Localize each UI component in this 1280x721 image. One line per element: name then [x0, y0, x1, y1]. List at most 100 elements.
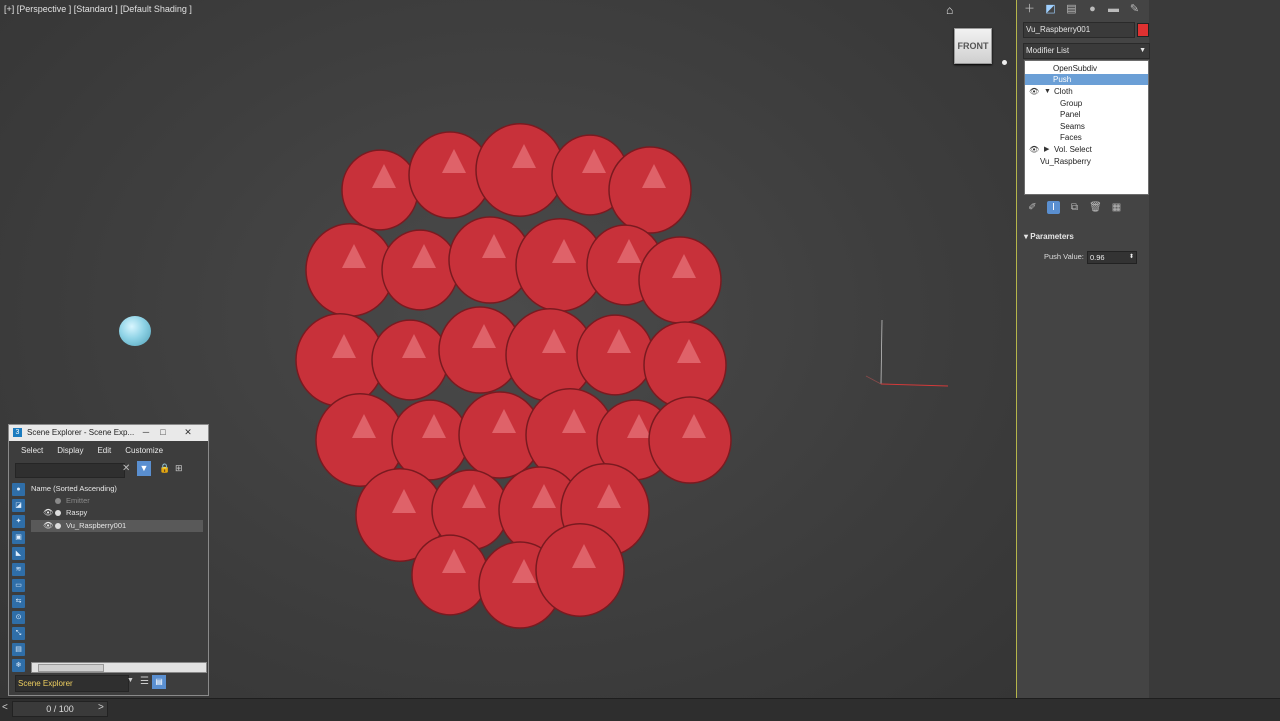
object-name: Vu_Raspberry001	[66, 521, 127, 530]
eye-icon[interactable]: 👁	[1029, 86, 1039, 97]
drupelet	[341, 149, 419, 231]
push-value-text: 0.96	[1090, 253, 1105, 262]
pin-stack-icon[interactable]: ✐	[1026, 201, 1039, 214]
utilities-icon[interactable]: ✎	[1127, 2, 1142, 16]
stack-item-vol-select[interactable]: 👁 ▶ Vol. Select	[1025, 144, 1148, 155]
scene-row-emitter[interactable]: Emitter	[31, 495, 203, 507]
close-icon[interactable]: ✕	[181, 425, 195, 441]
time-slider[interactable]: 0 / 100	[12, 701, 108, 717]
stack-subitem-group[interactable]: Group	[1025, 98, 1148, 109]
viewport-label-menu[interactable]: [+] [Perspective ] [Standard ] [Default …	[4, 4, 192, 14]
viewcube[interactable]: FRONT	[954, 28, 992, 64]
hierarchy-icon[interactable]: ▤	[1064, 2, 1079, 16]
drupelet	[475, 123, 565, 217]
menu-display[interactable]: Display	[57, 443, 83, 459]
display-shapes-icon[interactable]: ◪	[12, 499, 25, 512]
stack-item-opensubdiv[interactable]: OpenSubdiv	[1025, 63, 1148, 74]
stack-item-push[interactable]: Push	[1025, 74, 1148, 85]
stack-subitem-seams[interactable]: Seams	[1025, 121, 1148, 132]
display-frozen-icon[interactable]: ▤	[12, 643, 25, 656]
3dsmax-app-icon: 3	[13, 428, 22, 437]
drupelet	[305, 223, 395, 317]
maximize-icon[interactable]: □	[156, 425, 170, 441]
lock-icon[interactable]: 🔒	[159, 463, 170, 474]
chevron-down-icon[interactable]: ▼	[127, 677, 134, 684]
modifier-list-dropdown[interactable]: Modifier List ▼	[1023, 43, 1150, 59]
spinner-arrows-icon[interactable]: ⬍	[1129, 252, 1134, 263]
modifier-stack: OpenSubdiv Push 👁 ▼ Cloth Group Panel Se…	[1024, 60, 1149, 195]
eye-icon[interactable]: 👁	[1029, 144, 1039, 155]
menu-edit[interactable]: Edit	[97, 443, 111, 459]
display-lights-icon[interactable]: ✦	[12, 515, 25, 528]
scene-explorer-menubar: Select Display Edit Customize	[9, 443, 208, 459]
display-xrefs-icon[interactable]: ⇆	[12, 595, 25, 608]
scene-explorer-window: 3 Scene Explorer - Scene Exp... ─ □ ✕ Se…	[8, 424, 209, 696]
window-title: Scene Explorer - Scene Exp...	[27, 428, 135, 437]
minimize-icon[interactable]: ─	[139, 425, 153, 441]
column-header-name[interactable]: Name (Sorted Ascending)	[31, 483, 203, 495]
make-unique-icon[interactable]: ⧉	[1068, 201, 1081, 214]
remove-modifier-icon[interactable]: 🗑	[1089, 201, 1102, 214]
time-slider-bar: < 0 / 100 >	[0, 698, 1280, 721]
expand-triangle-icon[interactable]: ▼	[1044, 86, 1051, 97]
push-value-label: Push Value:	[1044, 252, 1084, 261]
drupelet	[295, 313, 385, 407]
explorer-selector-dropdown[interactable]: Scene Explorer	[15, 675, 129, 692]
filter-icon[interactable]: ▼	[137, 461, 151, 476]
create-icon[interactable]: ＋	[1022, 2, 1037, 16]
previous-frame-button[interactable]: <	[2, 702, 8, 713]
search-input[interactable]	[15, 463, 125, 478]
modify-icon[interactable]: ◩	[1043, 2, 1058, 16]
drupelet	[371, 319, 449, 401]
display-bones-icon[interactable]: ⊙	[12, 611, 25, 624]
configure-modifier-sets-icon[interactable]: ▦	[1110, 201, 1123, 214]
object-color-swatch[interactable]	[1137, 23, 1149, 37]
parameters-rollout-header[interactable]: ▾ Parameters	[1024, 232, 1147, 244]
drupelet	[391, 399, 469, 481]
layers-icon[interactable]: ☰	[140, 676, 149, 687]
scene-row-vu-raspberry001[interactable]: 👁 Vu_Raspberry001	[31, 520, 203, 532]
scene-explorer-titlebar[interactable]: 3 Scene Explorer - Scene Exp... ─ □ ✕	[9, 425, 208, 441]
display-helpers-icon[interactable]: ◣	[12, 547, 25, 560]
display-cameras-icon[interactable]: ▣	[12, 531, 25, 544]
menu-select[interactable]: Select	[21, 443, 43, 459]
show-end-result-icon[interactable]: I	[1047, 200, 1060, 214]
display-containers-icon[interactable]: ⤡	[12, 627, 25, 640]
eye-icon[interactable]: 👁	[43, 520, 53, 532]
stack-subitem-faces[interactable]: Faces	[1025, 132, 1148, 143]
emitter-sphere-object[interactable]	[119, 316, 151, 346]
scene-explorer-footer: Scene Explorer ▼ ☰ ▤	[13, 675, 203, 692]
next-frame-button[interactable]: >	[98, 702, 104, 713]
display-spacewarps-icon[interactable]: ≋	[12, 563, 25, 576]
collapse-triangle-icon[interactable]: ▶	[1044, 144, 1049, 155]
display-geometry-icon[interactable]: ●	[12, 483, 25, 496]
clear-search-icon[interactable]: ✕	[122, 463, 130, 474]
eye-icon[interactable]: 👁	[43, 507, 53, 519]
viewcube-compass-dot	[1002, 60, 1007, 65]
object-name-field[interactable]: Vu_Raspberry001	[1023, 22, 1135, 38]
stack-item-cloth[interactable]: 👁 ▼ Cloth	[1025, 86, 1148, 97]
motion-icon[interactable]: ●	[1085, 2, 1100, 16]
push-value-spinner[interactable]: 0.96 ⬍	[1087, 251, 1137, 264]
explorer-config-icon[interactable]: ▤	[152, 675, 166, 689]
chevron-down-icon: ▼	[1139, 47, 1146, 54]
parameters-title: Parameters	[1030, 232, 1074, 241]
horizontal-scrollbar[interactable]	[31, 662, 207, 673]
drupelet	[535, 523, 625, 617]
raspberry-mesh-object[interactable]	[280, 120, 750, 630]
drupelet	[638, 236, 722, 324]
display-groups-icon[interactable]: ▭	[12, 579, 25, 592]
hierarchy-mode-icon[interactable]: ⊞	[175, 463, 183, 474]
home-icon[interactable]: ⌂	[946, 4, 958, 16]
menu-customize[interactable]: Customize	[125, 443, 163, 459]
stack-subitem-panel[interactable]: Panel	[1025, 109, 1148, 120]
scrollbar-thumb[interactable]	[38, 664, 104, 672]
stack-item-label: OpenSubdiv	[1053, 64, 1098, 73]
stack-item-label: Faces	[1060, 133, 1082, 142]
modifier-list-label: Modifier List	[1026, 46, 1070, 55]
display-all-icon[interactable]: ❄	[12, 659, 25, 672]
stack-item-base-object[interactable]: Vu_Raspberry	[1025, 156, 1148, 167]
display-icon[interactable]: ▬	[1106, 2, 1121, 16]
viewcube-face-label: FRONT	[957, 41, 989, 51]
scene-row-raspy[interactable]: 👁 Raspy	[31, 507, 203, 519]
